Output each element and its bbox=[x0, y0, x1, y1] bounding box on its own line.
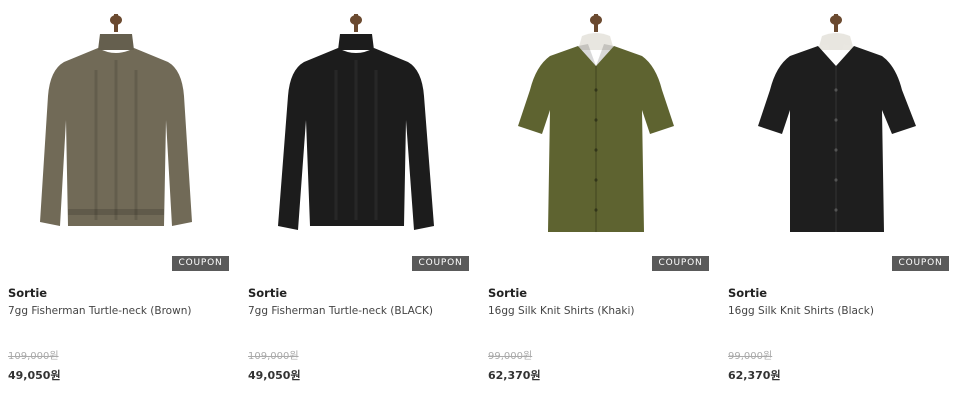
brand-name[interactable]: Sortie bbox=[248, 286, 287, 300]
turtleneck-sweater-image bbox=[278, 14, 434, 230]
sale-price: 62,370원 bbox=[728, 369, 781, 382]
product-card[interactable]: COUPON Sortie 16gg Silk Knit Shirts (Bla… bbox=[720, 0, 952, 403]
brand-name[interactable]: Sortie bbox=[488, 286, 527, 300]
coupon-badge: COUPON bbox=[652, 256, 709, 271]
coupon-badge: COUPON bbox=[412, 256, 469, 271]
product-image[interactable] bbox=[480, 0, 712, 250]
sale-price: 49,050원 bbox=[248, 369, 301, 382]
product-name[interactable]: 7gg Fisherman Turtle-neck (BLACK) bbox=[248, 305, 433, 317]
product-name[interactable]: 16gg Silk Knit Shirts (Black) bbox=[728, 305, 874, 317]
original-price: 109,000원 bbox=[248, 351, 299, 362]
original-price: 99,000원 bbox=[728, 351, 773, 362]
original-price: 99,000원 bbox=[488, 351, 533, 362]
product-card[interactable]: COUPON Sortie 7gg Fisherman Turtle-neck … bbox=[240, 0, 472, 403]
product-grid: COUPON Sortie 7gg Fisherman Turtle-neck … bbox=[0, 0, 959, 403]
sale-price: 62,370원 bbox=[488, 369, 541, 382]
sale-price: 49,050원 bbox=[8, 369, 61, 382]
turtleneck-sweater-image bbox=[40, 14, 192, 226]
coupon-badge: COUPON bbox=[892, 256, 949, 271]
product-card[interactable]: COUPON Sortie 16gg Silk Knit Shirts (Kha… bbox=[480, 0, 712, 403]
product-image[interactable] bbox=[720, 0, 952, 250]
knit-shirt-image bbox=[518, 14, 674, 232]
brand-name[interactable]: Sortie bbox=[728, 286, 767, 300]
brand-name[interactable]: Sortie bbox=[8, 286, 47, 300]
product-name[interactable]: 16gg Silk Knit Shirts (Khaki) bbox=[488, 305, 635, 317]
product-image[interactable] bbox=[240, 0, 472, 250]
product-name[interactable]: 7gg Fisherman Turtle-neck (Brown) bbox=[8, 305, 191, 317]
product-card[interactable]: COUPON Sortie 7gg Fisherman Turtle-neck … bbox=[0, 0, 232, 403]
original-price: 109,000원 bbox=[8, 351, 59, 362]
coupon-badge: COUPON bbox=[172, 256, 229, 271]
product-image[interactable] bbox=[0, 0, 232, 250]
knit-shirt-image bbox=[758, 14, 916, 232]
